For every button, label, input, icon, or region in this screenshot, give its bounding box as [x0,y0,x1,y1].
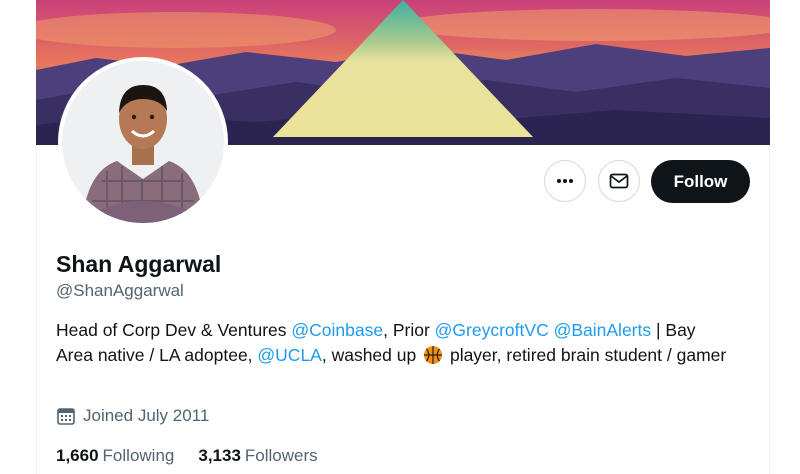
followers-count: 3,133 [198,446,241,465]
more-button[interactable] [544,160,586,202]
bio-text: Head of Corp Dev & Ventures [56,320,292,340]
bio-text: , Prior [383,320,435,340]
mention-link[interactable]: @BainAlerts [554,320,652,340]
following-label: Following [102,446,175,465]
joined-text: Joined July 2011 [83,406,210,425]
more-icon [557,179,573,183]
mention-link[interactable]: @UCLA [257,345,321,365]
joined-date: Joined July 2011 [56,406,209,426]
followers-label: Followers [244,446,318,465]
following-link[interactable]: 1,660 Following [56,446,174,466]
bio-text: player, retired brain student / gamer [445,345,727,365]
calendar-icon [57,408,75,425]
bio-text: , washed up [321,345,422,365]
profile-actions: Follow [0,160,800,204]
mention-link[interactable]: @GreycroftVC [435,320,549,340]
page-background [0,0,36,474]
following-count: 1,660 [56,446,99,465]
mail-icon [609,173,629,189]
profile-bio: Head of Corp Dev & Ventures @Coinbase, P… [56,318,736,368]
basketball-icon [424,346,443,364]
followers-link[interactable]: 3,133 Followers [198,446,317,466]
follow-button[interactable]: Follow [651,160,750,203]
profile-stats: 1,660 Following 3,133 Followers [56,446,342,466]
mention-link[interactable]: @Coinbase [291,320,383,340]
profile-handle: @ShanAggarwal [56,281,184,300]
profile-name: Shan Aggarwal [56,251,222,277]
message-button[interactable] [598,160,640,202]
